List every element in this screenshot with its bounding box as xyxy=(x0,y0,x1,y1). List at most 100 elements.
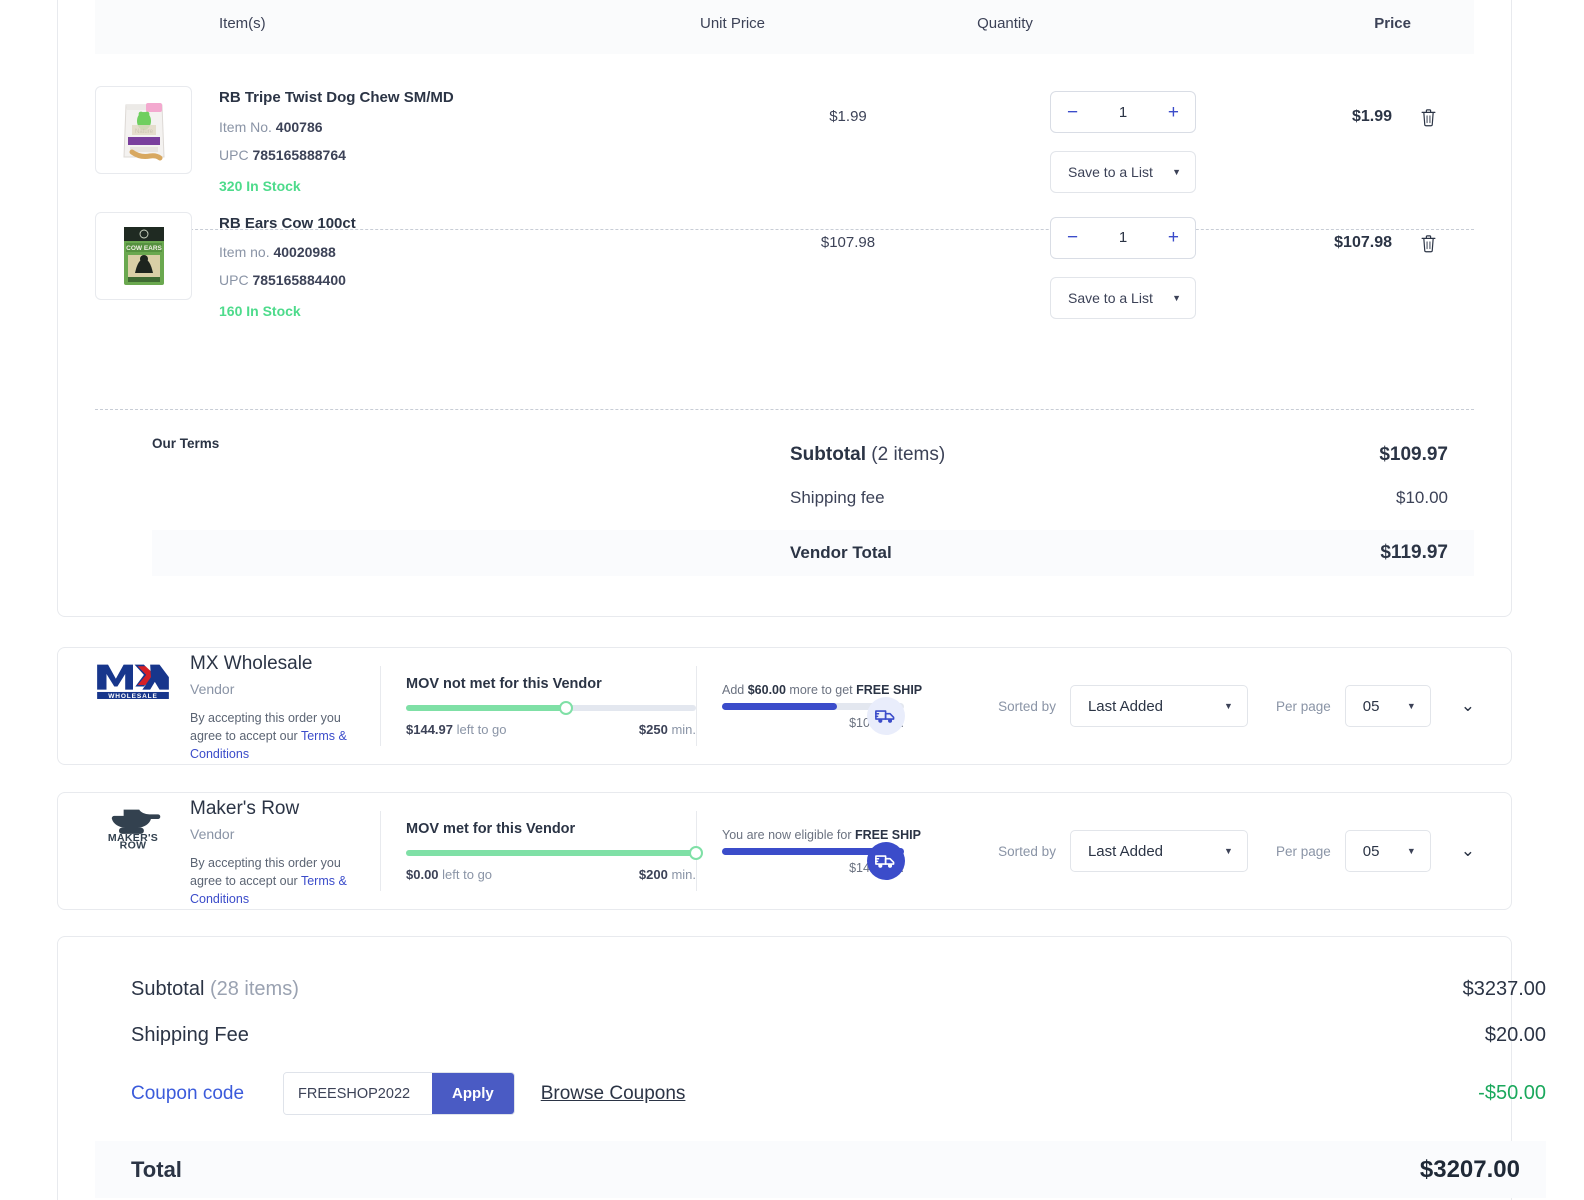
expand-vendor-chevron-down-icon[interactable]: ⌄ xyxy=(1461,841,1475,861)
order-shipping-amount: $20.00 xyxy=(1484,1024,1546,1046)
truck-icon xyxy=(867,696,905,735)
price-cell: $107.98 xyxy=(1269,212,1474,320)
order-total-row: Total $3207.00 xyxy=(95,1141,1546,1198)
subtotal-item-count: (2 items) xyxy=(871,444,946,465)
stock-label: In Stock xyxy=(246,303,301,319)
per-page-select[interactable]: 05 ▼ xyxy=(1344,685,1431,727)
order-subtotal-label: Subtotal (28 items) xyxy=(131,978,299,1001)
per-page-label: Per page xyxy=(1275,843,1331,859)
decrement-button[interactable]: − xyxy=(1067,103,1078,122)
mov-left-suffix: left to go xyxy=(442,866,493,882)
coupon-discount-amount: -$50.00 xyxy=(1478,1082,1546,1104)
mov-progress-fill xyxy=(406,704,566,711)
per-page-label: Per page xyxy=(1275,698,1331,714)
item-upc: UPC 785165888764 xyxy=(219,147,719,163)
mov-minimum: $250 min. xyxy=(639,722,696,737)
svg-text:WHOLESALE: WHOLESALE xyxy=(108,693,157,700)
product-thumbnail[interactable]: Nature xyxy=(95,86,192,174)
per-page-select[interactable]: 05 ▼ xyxy=(1344,830,1431,872)
coupon-controls: Coupon code Apply Browse Coupons xyxy=(131,1072,685,1115)
mov-title: MOV met for this Vendor xyxy=(406,820,576,837)
mov-progress-fill xyxy=(406,849,696,856)
mov-progress-block: MOV met for this Vendor $0.00 left to go… xyxy=(381,820,703,882)
free-ship-progress-fill xyxy=(722,702,837,710)
sorted-by-select[interactable]: Last Added ▼ xyxy=(1069,685,1248,727)
decrement-button[interactable]: − xyxy=(1067,228,1078,247)
row-divider xyxy=(95,409,1474,410)
coupon-code-label[interactable]: Coupon code xyxy=(131,1083,244,1105)
vendor-subtotal-row: Subtotal (2 items) $109.97 xyxy=(152,444,1474,466)
mov-progress-footer: $144.97 left to go $250 min. xyxy=(406,722,696,737)
coupon-row: Coupon code Apply Browse Coupons -$50.00 xyxy=(131,1072,1546,1115)
increment-button[interactable]: + xyxy=(1168,228,1179,247)
order-shipping-label: Shipping Fee xyxy=(131,1024,249,1046)
per-page-value: 05 xyxy=(1362,697,1380,715)
free-ship-badge: FREE SHIP xyxy=(854,827,921,842)
mov-left-to-go: $0.00 left to go xyxy=(406,867,492,882)
item-upc: UPC 785165884400 xyxy=(219,272,719,288)
item-upc-label: UPC xyxy=(219,272,249,288)
vendor-shipping-amount: $10.00 xyxy=(1396,488,1448,507)
mov-minimum: $200 min. xyxy=(639,867,696,882)
cart-table-header: Item(s) Unit Price Quantity Price xyxy=(95,0,1474,54)
vendor-terms-text: By accepting this order you agree to acc… xyxy=(190,854,372,908)
vendor-controls: Sorted by Last Added ▼ Per page 05 ▼ ⌄ xyxy=(947,830,1511,872)
trash-icon[interactable] xyxy=(1420,234,1437,253)
increment-button[interactable]: + xyxy=(1168,103,1179,122)
item-details: RB Tripe Twist Dog Chew SM/MD Item No. 4… xyxy=(219,86,719,194)
stock-status: 320 In Stock xyxy=(219,178,719,194)
apply-coupon-button[interactable]: Apply xyxy=(432,1073,514,1114)
mov-min-suffix: min. xyxy=(671,866,696,882)
free-ship-amount: $60.00 xyxy=(747,682,786,697)
item-number-label: Item no. xyxy=(219,244,270,260)
mov-progress-knob[interactable] xyxy=(558,700,573,715)
coupon-input-group: Apply xyxy=(283,1072,515,1115)
makers-row-logo-icon: MAKER'S ROW xyxy=(108,809,161,849)
quantity-stepper[interactable]: − 1 + xyxy=(1050,216,1196,259)
sorted-by-select[interactable]: Last Added ▼ xyxy=(1069,830,1248,872)
vendor-name[interactable]: Maker's Row xyxy=(190,798,372,820)
unit-price-value: $1.99 xyxy=(829,108,867,125)
cart-page: Item(s) Unit Price Quantity Price Nature xyxy=(0,0,1584,1200)
expand-vendor-chevron-down-icon[interactable]: ⌄ xyxy=(1461,696,1475,716)
coupon-input[interactable] xyxy=(284,1073,433,1114)
vendor-brand: MAKER'S ROW Maker's Row Vendor By accept… xyxy=(58,794,380,908)
vendor-name[interactable]: MX Wholesale xyxy=(190,653,372,675)
quantity-cell: − 1 + Save to a List ▼ xyxy=(977,86,1269,194)
quantity-stepper[interactable]: − 1 + xyxy=(1050,91,1196,133)
item-number: Item No. 400786 xyxy=(219,119,719,135)
item-number-value: 40020988 xyxy=(273,244,336,260)
item-number-label: Item No. xyxy=(219,118,272,135)
save-to-list-label: Save to a List xyxy=(1068,164,1153,180)
item-title[interactable]: RB Ears Cow 100ct xyxy=(219,215,719,233)
vendor-total-amount: $119.97 xyxy=(1380,542,1448,563)
svg-text:ROW: ROW xyxy=(120,840,147,849)
mov-left-to-go: $144.97 left to go xyxy=(406,722,507,737)
vendor-controls: Sorted by Last Added ▼ Per page 05 ▼ ⌄ xyxy=(947,685,1511,727)
vendor-subtotal-amount: $109.97 xyxy=(1379,444,1448,465)
quantity-value[interactable]: 1 xyxy=(1119,229,1127,246)
product-thumbnail[interactable]: COW EARS xyxy=(95,211,192,300)
truck-icon xyxy=(867,841,905,880)
truck-glyph-icon xyxy=(874,710,894,723)
vendor-total-row: Vendor Total $119.97 xyxy=(152,530,1474,576)
line-price: $107.98 xyxy=(1334,233,1392,251)
free-ship-badge: FREE SHIP xyxy=(856,682,923,697)
item-title[interactable]: RB Tripe Twist Dog Chew SM/MD xyxy=(219,89,719,107)
vendor-role: Vendor xyxy=(190,680,235,697)
stock-count: 320 xyxy=(219,177,243,194)
mov-left-amount: $144.97 xyxy=(406,721,453,737)
free-ship-block: Add $60.00 more to get FREE SHIP $100 mi… xyxy=(697,682,947,735)
free-ship-prefix: You are now eligible for xyxy=(722,827,855,842)
browse-coupons-link[interactable]: Browse Coupons xyxy=(541,1083,686,1105)
column-header-items: Item(s) xyxy=(219,14,266,32)
save-to-list-dropdown[interactable]: Save to a List ▼ xyxy=(1050,276,1196,319)
quantity-value[interactable]: 1 xyxy=(1119,104,1127,121)
stock-count: 160 xyxy=(219,303,243,319)
mov-left-amount: $0.00 xyxy=(406,866,439,882)
trash-icon[interactable] xyxy=(1420,108,1437,127)
line-price: $1.99 xyxy=(1351,108,1392,125)
column-header-unit-price: Unit Price xyxy=(699,14,766,32)
save-to-list-dropdown[interactable]: Save to a List ▼ xyxy=(1050,151,1196,193)
free-ship-caption: You are now eligible for FREE SHIP xyxy=(722,828,947,842)
